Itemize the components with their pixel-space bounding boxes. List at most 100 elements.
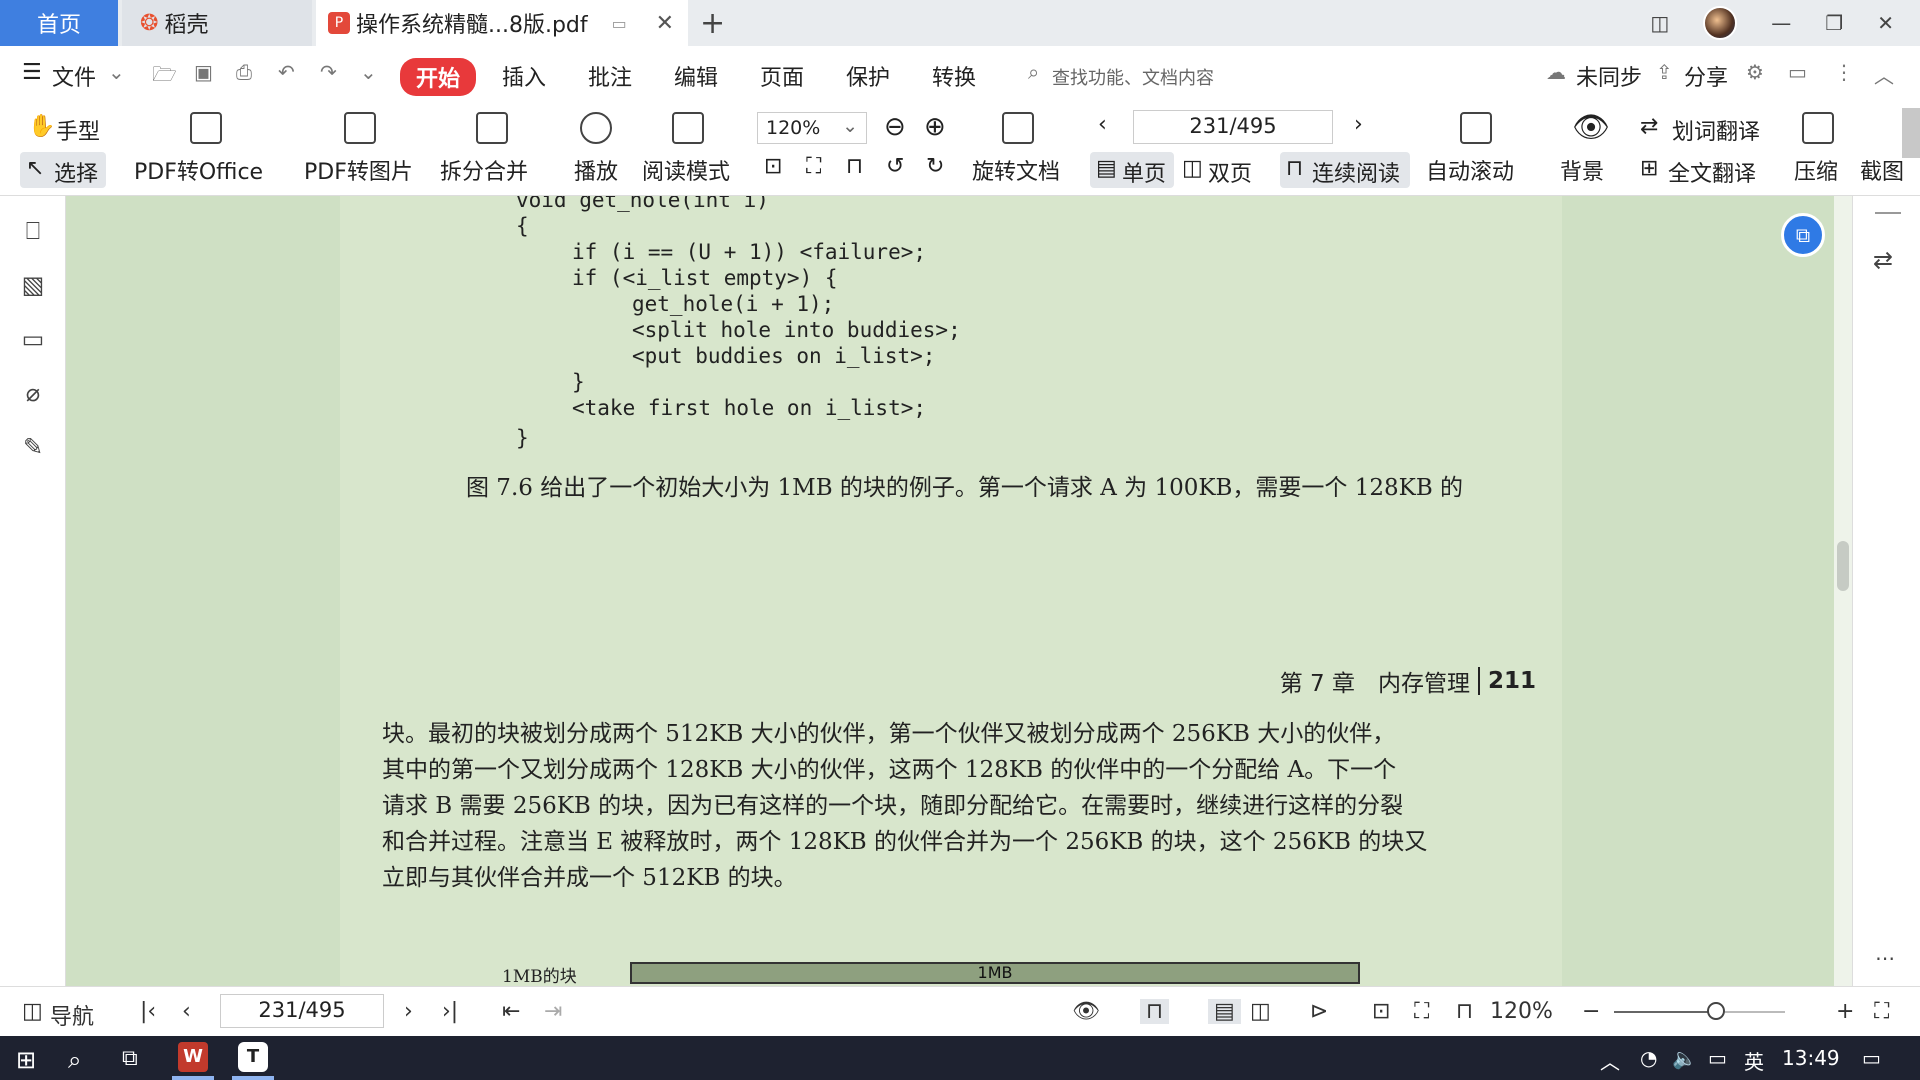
menu-start[interactable]: 开始	[400, 58, 477, 96]
single-page-mode-icon[interactable]: ▤	[1208, 999, 1241, 1024]
actual-size-icon[interactable]: ⊡	[1372, 999, 1390, 1024]
menu-annotate[interactable]: 批注	[588, 60, 632, 92]
continuous-read-button[interactable]: ⊓ 连续阅读	[1280, 152, 1410, 188]
tab-home[interactable]: 首页	[0, 0, 118, 46]
notification-icon[interactable]: ▭	[1862, 1046, 1881, 1070]
fit-width-icon[interactable]: ⊓	[846, 154, 863, 179]
rotate-right-icon[interactable]: ↻	[926, 154, 944, 179]
word-translate-button[interactable]: 划词翻译	[1672, 114, 1760, 146]
continuous-mode-icon[interactable]: ⊓	[1140, 999, 1170, 1024]
zoom-out-button[interactable]: −	[1582, 999, 1600, 1024]
sync-status[interactable]: 未同步	[1576, 60, 1642, 92]
full-translate-button[interactable]: 全文翻译	[1668, 156, 1756, 188]
wifi-icon[interactable]: ◔	[1640, 1046, 1657, 1070]
zoom-slider-track-rest[interactable]	[1725, 1011, 1785, 1013]
fit-page-icon[interactable]: ⛶	[806, 154, 821, 179]
next-page-icon[interactable]: ›	[1354, 112, 1363, 137]
back-icon[interactable]: ⇤	[502, 999, 520, 1024]
compress-button[interactable]: 压缩	[1794, 154, 1838, 186]
clock-time[interactable]: 13:49	[1782, 1046, 1840, 1070]
ribbon-scroll-handle[interactable]	[1902, 108, 1920, 158]
zoom-slider-knob[interactable]	[1707, 1002, 1725, 1020]
play-mode-icon[interactable]: ⊳	[1310, 999, 1328, 1024]
undo-icon[interactable]: ↶	[278, 60, 295, 84]
document-viewport[interactable]: void get_hole(int i) { if (i == (U + 1))…	[66, 196, 1852, 986]
floating-assistant-icon[interactable]: ⧉	[1781, 213, 1825, 257]
volume-icon[interactable]: 🔈	[1672, 1046, 1697, 1070]
save-icon[interactable]: ▣	[194, 60, 213, 84]
hand-tool-button[interactable]: 手型	[56, 114, 100, 146]
zoom-in-icon[interactable]: ⊕	[924, 112, 946, 142]
hamburger-icon[interactable]: ☰	[22, 60, 42, 85]
more-options-icon[interactable]: ⋮	[1834, 60, 1854, 84]
zoom-select[interactable]: 120% ⌄	[757, 112, 867, 144]
status-zoom-value[interactable]: 120%	[1490, 999, 1553, 1024]
signature-icon[interactable]: ✎	[20, 434, 46, 460]
close-window-icon[interactable]: ✕	[1877, 11, 1894, 35]
minimize-icon[interactable]: —	[1771, 11, 1791, 35]
read-mode-button[interactable]: 阅读模式	[642, 154, 730, 186]
page-number-input[interactable]: 231/495	[1133, 110, 1333, 144]
search-icon[interactable]: ⌕	[68, 1046, 81, 1074]
menu-page[interactable]: 页面	[760, 60, 804, 92]
zoom-in-button[interactable]: +	[1836, 999, 1854, 1024]
close-tab-icon[interactable]: ✕	[656, 11, 674, 36]
menu-file[interactable]: 文件	[52, 60, 96, 92]
comment-icon[interactable]: ▭	[20, 326, 46, 352]
feedback-icon[interactable]: ▭	[1788, 60, 1807, 84]
restore-icon[interactable]: ❐	[1825, 11, 1843, 35]
select-tool-button[interactable]: ↖ 选择	[20, 152, 106, 188]
double-page-mode-icon[interactable]: ◫	[1250, 999, 1271, 1024]
user-avatar[interactable]	[1703, 6, 1738, 40]
menu-insert[interactable]: 插入	[502, 60, 546, 92]
screenshot-button[interactable]: 截图	[1860, 154, 1904, 186]
bookmark-icon[interactable]: ⎕	[20, 218, 46, 244]
eye-mode-icon[interactable]: 👁	[1072, 999, 1100, 1024]
pdf-to-office-button[interactable]: PDF转Office	[134, 154, 263, 186]
input-language[interactable]: 英	[1744, 1046, 1764, 1075]
share-button[interactable]: 分享	[1684, 60, 1728, 92]
forward-icon[interactable]: ⇥	[544, 999, 562, 1024]
last-page-icon[interactable]: ›|	[442, 999, 458, 1024]
tray-expand-icon[interactable]: ︿	[1600, 1046, 1620, 1075]
status-page-input[interactable]: 231/495	[220, 994, 384, 1028]
reading-layout-icon[interactable]: ◫	[1650, 11, 1669, 35]
scroll-thumb[interactable]	[1837, 541, 1849, 591]
more-panel-icon[interactable]: ⋯	[1875, 946, 1895, 970]
split-merge-button[interactable]: 拆分合并	[440, 154, 528, 186]
chevron-down-icon[interactable]: ⌄	[108, 60, 125, 84]
menu-protect[interactable]: 保护	[846, 60, 890, 92]
background-button[interactable]: 背景	[1560, 154, 1604, 186]
rotate-document-button[interactable]: 旋转文档	[972, 154, 1060, 186]
pdf-to-image-button[interactable]: PDF转图片	[304, 154, 413, 186]
search-input[interactable]: 查找功能、文档内容	[1052, 64, 1214, 90]
thumbnail-icon[interactable]: ▧	[20, 272, 46, 298]
actual-size-icon[interactable]: ⊡	[764, 154, 782, 179]
zoom-out-icon[interactable]: ⊖	[884, 112, 906, 142]
print-icon[interactable]: ⎙	[236, 60, 252, 84]
collapse-ribbon-icon[interactable]: ︿	[1874, 60, 1894, 89]
play-button[interactable]: 播放	[574, 154, 618, 186]
double-page-button[interactable]: 双页	[1208, 156, 1252, 188]
settings-icon[interactable]: ⚙	[1746, 60, 1764, 84]
translate-icon[interactable]: ⇄	[1873, 246, 1893, 274]
more-quick-icon[interactable]: ⌄	[360, 60, 377, 84]
text-app-icon[interactable]: T	[238, 1042, 268, 1072]
fit-page-icon[interactable]: ⛶	[1414, 999, 1429, 1024]
task-view-icon[interactable]: ⧉	[122, 1046, 138, 1071]
new-tab-button[interactable]: +	[700, 6, 725, 41]
tab-daoke[interactable]: ❂ 稻壳	[122, 0, 312, 46]
next-page-icon[interactable]: ›	[404, 999, 413, 1024]
redo-icon[interactable]: ↷	[320, 60, 337, 84]
attachment-icon[interactable]: ⌀	[20, 380, 46, 406]
wps-app-icon[interactable]: W	[178, 1042, 208, 1072]
battery-icon[interactable]: ▭	[1708, 1046, 1727, 1070]
vertical-scrollbar[interactable]	[1834, 196, 1852, 986]
tab-pdf-document[interactable]: P 操作系统精髓...8版.pdf ▭ ✕	[316, 0, 688, 46]
previous-page-icon[interactable]: ‹	[1098, 112, 1107, 137]
first-page-icon[interactable]: |‹	[140, 999, 156, 1024]
previous-page-icon[interactable]: ‹	[182, 999, 191, 1024]
rotate-left-icon[interactable]: ↺	[886, 154, 904, 179]
windows-start-icon[interactable]: ⊞	[16, 1046, 36, 1074]
open-folder-icon[interactable]: 🗁	[152, 60, 177, 94]
